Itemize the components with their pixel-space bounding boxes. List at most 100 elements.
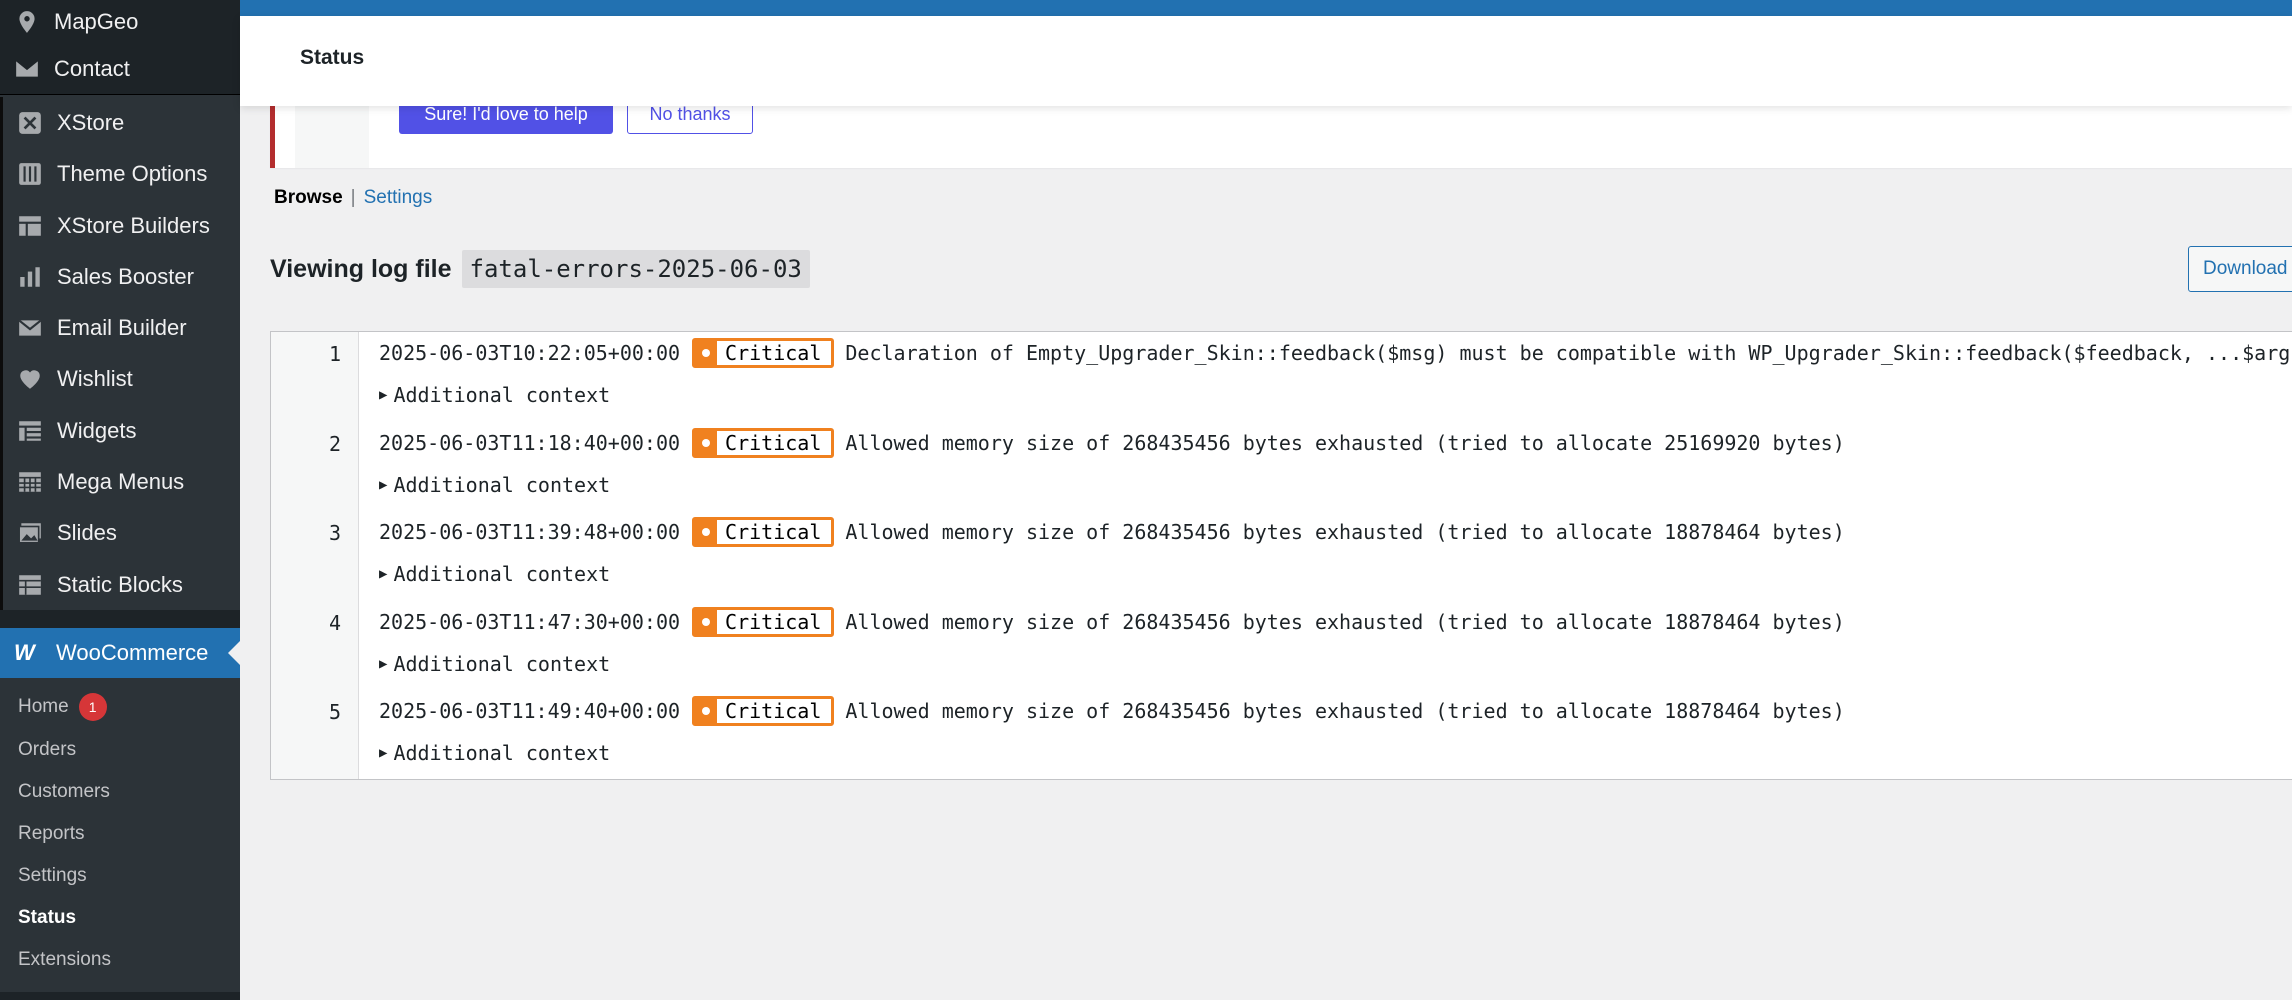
heart-icon [17, 366, 43, 392]
severity-dot-icon [695, 341, 718, 365]
submenu-item-label: Home [18, 696, 69, 718]
log-heading: Viewing log file fatal-errors-2025-06-03 [270, 250, 810, 288]
line-number: 5 [328, 700, 341, 724]
log-timestamp: 2025-06-03T11:39:48+00:00 [379, 520, 681, 544]
line-number: 2 [328, 431, 341, 456]
disclosure-triangle-icon: ▶ [379, 745, 388, 761]
line-number: 4 [328, 610, 341, 635]
sidebar-item-contact[interactable]: Contact [0, 43, 240, 94]
log-entry-row: 3 2025-06-03T11:39:48+00:00 Critical Allowe… [271, 511, 2292, 601]
notification-badge: 1 [78, 693, 107, 722]
sidebar-item-theme-options[interactable]: Theme Options [0, 148, 240, 200]
sidebar-item-email-builder[interactable]: Email Builder [0, 302, 240, 354]
woocommerce-submenu: Home 1 Orders Customers Reports Settings… [0, 678, 240, 992]
sidebar-top-group: MapGeo Contact [0, 0, 240, 95]
envelope-icon [17, 315, 43, 341]
log-timestamp: 2025-06-03T11:18:40+00:00 [379, 430, 681, 455]
sidebar-item-label: WooCommerce [56, 640, 209, 666]
map-pin-icon [14, 9, 40, 35]
sidebar-item-mega-menus[interactable]: Mega Menus [0, 456, 240, 508]
severity-label: Critical [725, 609, 822, 634]
log-line: 2025-06-03T10:22:05+00:00 Critical Declara… [379, 338, 2292, 368]
sidebar-item-label: Slides [57, 520, 117, 546]
disclosure-triangle-icon: ▶ [379, 476, 388, 493]
xstore-logo-icon [17, 110, 43, 136]
log-entry-row: 5 2025-06-03T11:49:40+00:00 Critical Allowe… [271, 690, 2292, 780]
sidebar-item-wishlist[interactable]: Wishlist [0, 353, 240, 406]
severity-dot-icon [695, 520, 718, 544]
log-timestamp: 2025-06-03T10:22:05+00:00 [379, 341, 681, 365]
nav-browse[interactable]: Browse [274, 187, 343, 208]
log-timestamp: 2025-06-03T11:47:30+00:00 [379, 609, 681, 634]
sidebar-item-sales-booster[interactable]: Sales Booster [0, 251, 240, 303]
sidebar-item-label: Email Builder [57, 315, 187, 341]
sidebar-item-label: MapGeo [54, 8, 139, 34]
blocks-icon [17, 572, 43, 598]
sidebar-item-label: Wishlist [57, 366, 133, 392]
additional-context-toggle[interactable]: ▶ Additional context [379, 741, 610, 765]
sidebar-item-mapgeo[interactable]: MapGeo [0, 0, 240, 43]
submenu-item-label: Status [18, 907, 77, 929]
sidebar-item-slides[interactable]: Slides [0, 507, 240, 559]
log-entry-row: 4 2025-06-03T11:47:30+00:00 Critical Allowe… [271, 601, 2292, 691]
calendar-grid-icon [17, 469, 43, 495]
submenu-item-settings[interactable]: Settings [0, 855, 240, 897]
sidebar-item-xstore-builders[interactable]: XStore Builders [0, 199, 240, 252]
nav-settings-link[interactable]: Settings [364, 187, 433, 208]
submenu-item-status[interactable]: Status [0, 897, 240, 939]
log-message: Allowed memory size of 268435456 bytes e… [845, 430, 1845, 455]
submenu-item-label: Reports [18, 822, 85, 844]
sidebar-item-label: Contact [54, 55, 130, 81]
submenu-item-home[interactable]: Home 1 [0, 686, 240, 728]
current-menu-arrow [228, 641, 240, 666]
sidebar-xstore-group: XStore Theme Options XStore Builders Sal… [0, 94, 240, 611]
severity-badge: Critical [692, 427, 835, 458]
line-number: 1 [328, 342, 341, 366]
sidebar-item-label: Widgets [57, 417, 137, 443]
severity-dot-icon [695, 430, 718, 455]
sidebar-item-label: Theme Options [57, 161, 208, 187]
sliders-icon [17, 161, 43, 187]
log-heading-label: Viewing log file [270, 254, 452, 283]
additional-context-label: Additional context [393, 383, 611, 407]
additional-context-label: Additional context [393, 741, 611, 765]
nav-separator: | [350, 187, 356, 208]
severity-label: Critical [725, 699, 822, 723]
bar-chart-icon [17, 264, 43, 290]
widgets-icon [17, 418, 43, 444]
log-message: Allowed memory size of 268435456 bytes e… [845, 520, 1845, 544]
additional-context-toggle[interactable]: ▶ Additional context [379, 473, 610, 497]
download-button[interactable]: Download [2188, 246, 2292, 292]
severity-dot-icon [695, 699, 718, 723]
sidebar-item-static-blocks[interactable]: Static Blocks [0, 558, 240, 611]
additional-context-toggle[interactable]: ▶ Additional context [379, 652, 610, 676]
severity-dot-icon [695, 609, 718, 634]
additional-context-toggle[interactable]: ▶ Additional context [379, 562, 610, 586]
submenu-item-customers[interactable]: Customers [0, 771, 240, 813]
submenu-item-extensions[interactable]: Extensions [0, 939, 240, 981]
submenu-item-orders[interactable]: Orders [0, 728, 240, 770]
log-message: Allowed memory size of 268435456 bytes e… [845, 609, 1845, 634]
sidebar-item-woocommerce[interactable]: W WooCommerce [0, 628, 240, 679]
sidebar-item-widgets[interactable]: Widgets [0, 405, 240, 457]
submenu-item-reports[interactable]: Reports [0, 813, 240, 855]
disclosure-triangle-icon: ▶ [379, 655, 388, 672]
page-title: Status [300, 46, 365, 69]
log-line: 2025-06-03T11:47:30+00:00 Critical Allowed… [379, 606, 1845, 637]
log-line: 2025-06-03T11:39:48+00:00 Critical Allowed… [379, 517, 1845, 547]
log-file-viewer: 1 2025-06-03T10:22:05+00:00 Critical Declar… [270, 331, 2292, 780]
log-entry-row: 2 2025-06-03T11:18:40+00:00 Critical Allowe… [271, 422, 2292, 512]
submenu-item-label: Orders [18, 738, 77, 760]
additional-context-label: Additional context [393, 651, 611, 676]
log-message: Declaration of Empty_Upgrader_Skin::feed… [845, 341, 2292, 365]
additional-context-label: Additional context [393, 472, 611, 497]
additional-context-label: Additional context [393, 562, 611, 586]
severity-badge: Critical [692, 696, 835, 726]
additional-context-toggle[interactable]: ▶ Additional context [379, 383, 610, 407]
severity-label: Critical [725, 430, 822, 455]
sidebar-item-label: Sales Booster [57, 263, 194, 289]
log-entry-row: 1 2025-06-03T10:22:05+00:00 Critical Declar… [271, 332, 2292, 422]
sidebar-item-xstore[interactable]: XStore [0, 97, 240, 149]
severity-label: Critical [725, 341, 822, 365]
log-timestamp: 2025-06-03T11:49:40+00:00 [379, 699, 681, 723]
